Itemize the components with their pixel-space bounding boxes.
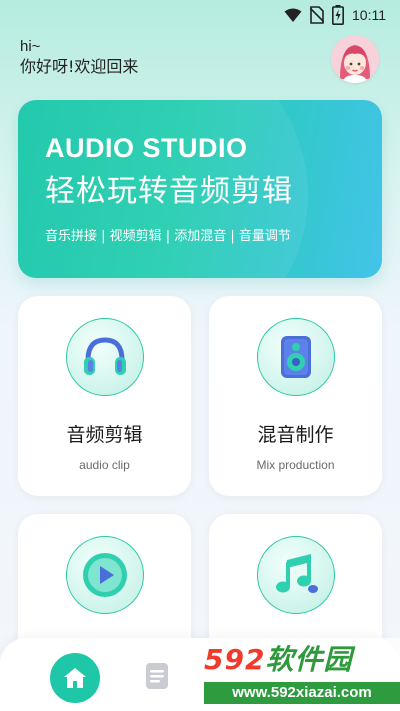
status-bar: 10:11 bbox=[0, 0, 400, 30]
wifi-icon bbox=[284, 8, 302, 22]
card-subtitle: audio clip bbox=[79, 458, 130, 472]
speaker-icon bbox=[256, 318, 335, 396]
greeting-hi: hi~ bbox=[20, 38, 41, 55]
watermark-logo-number: 592 bbox=[204, 643, 266, 676]
avatar[interactable] bbox=[331, 35, 379, 83]
greeting-welcome: 你好呀!欢迎回来 bbox=[20, 57, 139, 76]
card-audio-clip[interactable]: 音频剪辑 audio clip bbox=[18, 296, 191, 496]
watermark: 592软件园 www.592xiazai.com bbox=[200, 638, 400, 711]
card-mix-production[interactable]: 混音制作 Mix production bbox=[209, 296, 382, 496]
feature-banner[interactable]: AUDIO STUDIO 轻松玩转音频剪辑 音乐拼接 | 视频剪辑 | 添加混音… bbox=[18, 100, 382, 278]
girl-avatar-icon bbox=[331, 35, 379, 83]
watermark-logo-text: 软件园 bbox=[265, 643, 353, 676]
music-note-icon bbox=[256, 536, 335, 614]
card-title: 音频剪辑 bbox=[66, 424, 143, 446]
banner-eyebrow: AUDIO STUDIO bbox=[45, 133, 248, 163]
play-button-icon bbox=[65, 536, 144, 614]
battery-charging-icon bbox=[332, 5, 344, 25]
card-title: 混音制作 bbox=[257, 424, 334, 446]
card-subtitle: Mix production bbox=[256, 458, 335, 472]
banner-tags: 音乐拼接 | 视频剪辑 | 添加混音 | 音量调节 bbox=[45, 229, 291, 244]
document-icon bbox=[146, 663, 168, 689]
nav-home[interactable] bbox=[50, 653, 100, 703]
status-time: 10:11 bbox=[352, 7, 386, 23]
banner-title: 轻松玩转音频剪辑 bbox=[45, 174, 293, 209]
headphones-icon bbox=[65, 318, 144, 396]
watermark-url: www.592xiazai.com bbox=[204, 682, 400, 704]
greeting: hi~ 你好呀!欢迎回来 bbox=[20, 38, 138, 78]
watermark-logo: 592软件园 bbox=[204, 642, 352, 678]
no-sim-icon bbox=[310, 6, 324, 24]
home-icon bbox=[64, 668, 86, 688]
nav-document[interactable] bbox=[144, 662, 170, 694]
